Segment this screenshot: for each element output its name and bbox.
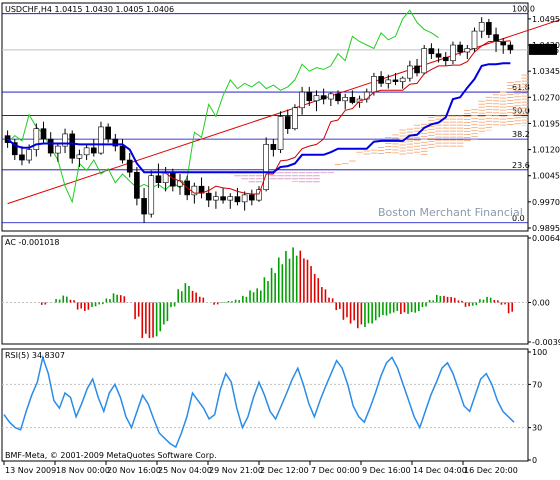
time-tick-label: 14 Dec 04:00 [413,466,467,475]
candle-body [55,145,61,154]
chart-title: USDCHF,H4 1.0415 1.0430 1.0405 1.0406 [5,5,174,14]
candle-body [26,149,32,161]
candle-body [320,95,327,100]
candle-body [342,97,349,102]
candle-body [435,53,442,58]
candle-body [478,22,485,32]
price-tick-label: 1.0345 [532,67,560,76]
candle-body [40,128,47,140]
fib-label: 38.2 [512,130,530,139]
time-tick-label: 13 Nov 2009 [5,466,56,475]
ac-tick-label: 0.00 [532,298,550,307]
last-price-label: 1.0406 [531,46,559,55]
ac-tick-label: -0.00395 [532,338,560,347]
candle-body [328,93,334,100]
candle-body [284,116,291,129]
candle-body [98,126,104,154]
candle-body [299,91,305,109]
time-tick-label: 20 Nov 16:00 [107,466,161,475]
candle-body [507,44,514,51]
rsi-tick-label: 100 [532,348,547,357]
candle-body [241,194,248,203]
candle-body [471,30,478,49]
candle-body [155,175,162,183]
price-tick-label: 1.0045 [532,172,560,181]
time-tick-label: 29 Nov 21:00 [209,466,263,475]
candle-body [414,65,420,74]
candle-body [134,171,140,199]
chart-window: 100.061.850.038.223.60.0 1.04951.04201.0… [0,0,560,480]
candle-body [442,56,449,62]
candle-body [313,95,320,102]
time-tick-label: 16 Dec 20:00 [464,466,518,475]
candle-body [220,196,226,201]
ac-label: AC -0.001018 [5,238,60,247]
chart-canvas: 100.061.850.038.223.60.0 1.04951.04201.0… [1,2,560,475]
candle-body [493,34,499,42]
price-tick-label: 1.0195 [532,119,560,128]
candle-body [277,116,284,150]
main-panel [1,2,529,232]
time-tick-label: 18 Nov 00:00 [56,466,110,475]
ac-tick-label: 0.00644 [532,234,560,243]
candle-body [349,97,356,103]
candle-body [421,48,428,74]
candle-body [177,180,183,187]
candle-body [90,147,97,154]
price-tick-label: 1.0495 [532,15,560,24]
candle-body [119,145,126,161]
candle-body [19,154,25,161]
candle-body [457,44,463,53]
candle-body [76,154,83,159]
time-tick-label: 7 Dec 00:00 [311,466,360,475]
candle-body [306,91,313,102]
candle-body [69,133,76,159]
candle-body [105,126,111,140]
candle-body [263,144,269,190]
candle-body [392,79,399,82]
candle-body [234,196,241,203]
candle-body [500,41,507,46]
candle-body [126,159,133,173]
candle-body [141,198,147,215]
time-tick-label: 2 Dec 12:00 [260,466,309,475]
candle-body [33,128,40,150]
price-tick-label: 1.0120 [532,146,560,155]
candle-body [407,65,413,79]
fib-label: 23.6 [512,161,530,170]
price-tick-label: 1.0270 [532,93,560,102]
candle-body [428,48,435,55]
watermark: Boston Merchant Financial [378,206,523,219]
price-tick-label: 0.9970 [532,198,560,207]
time-tick-label: 9 Dec 16:00 [362,466,411,475]
candle-body [213,196,219,201]
rsi-tick-label: 30 [532,424,542,433]
rsi-tick-label: 70 [532,380,542,389]
candle-body [486,22,492,35]
candle-body [249,194,255,201]
price-tick-label: 0.9895 [532,224,560,233]
candle-body [148,175,155,215]
time-tick-label: 25 Nov 04:00 [158,466,212,475]
candle-body [399,77,406,82]
candle-body [227,196,234,201]
candle-body [335,93,341,102]
candle-body [256,189,262,201]
candle-body [371,76,377,93]
candle-body [292,107,298,129]
candle-body [47,138,54,154]
rsi-label: RSI(5) 34.8307 [5,351,65,360]
copyright: BMF-Meta, © 2001-2009 MetaQuotes Softwar… [5,451,217,460]
rsi-tick-label: 0 [532,456,537,465]
candle-body [205,192,212,201]
candle-body [270,144,277,150]
candle-body [83,147,90,156]
candle-body [450,44,456,62]
candle-body [385,79,392,84]
candle-body [464,48,471,53]
fib-label: 100.0 [512,5,535,14]
candle-body [378,76,384,84]
